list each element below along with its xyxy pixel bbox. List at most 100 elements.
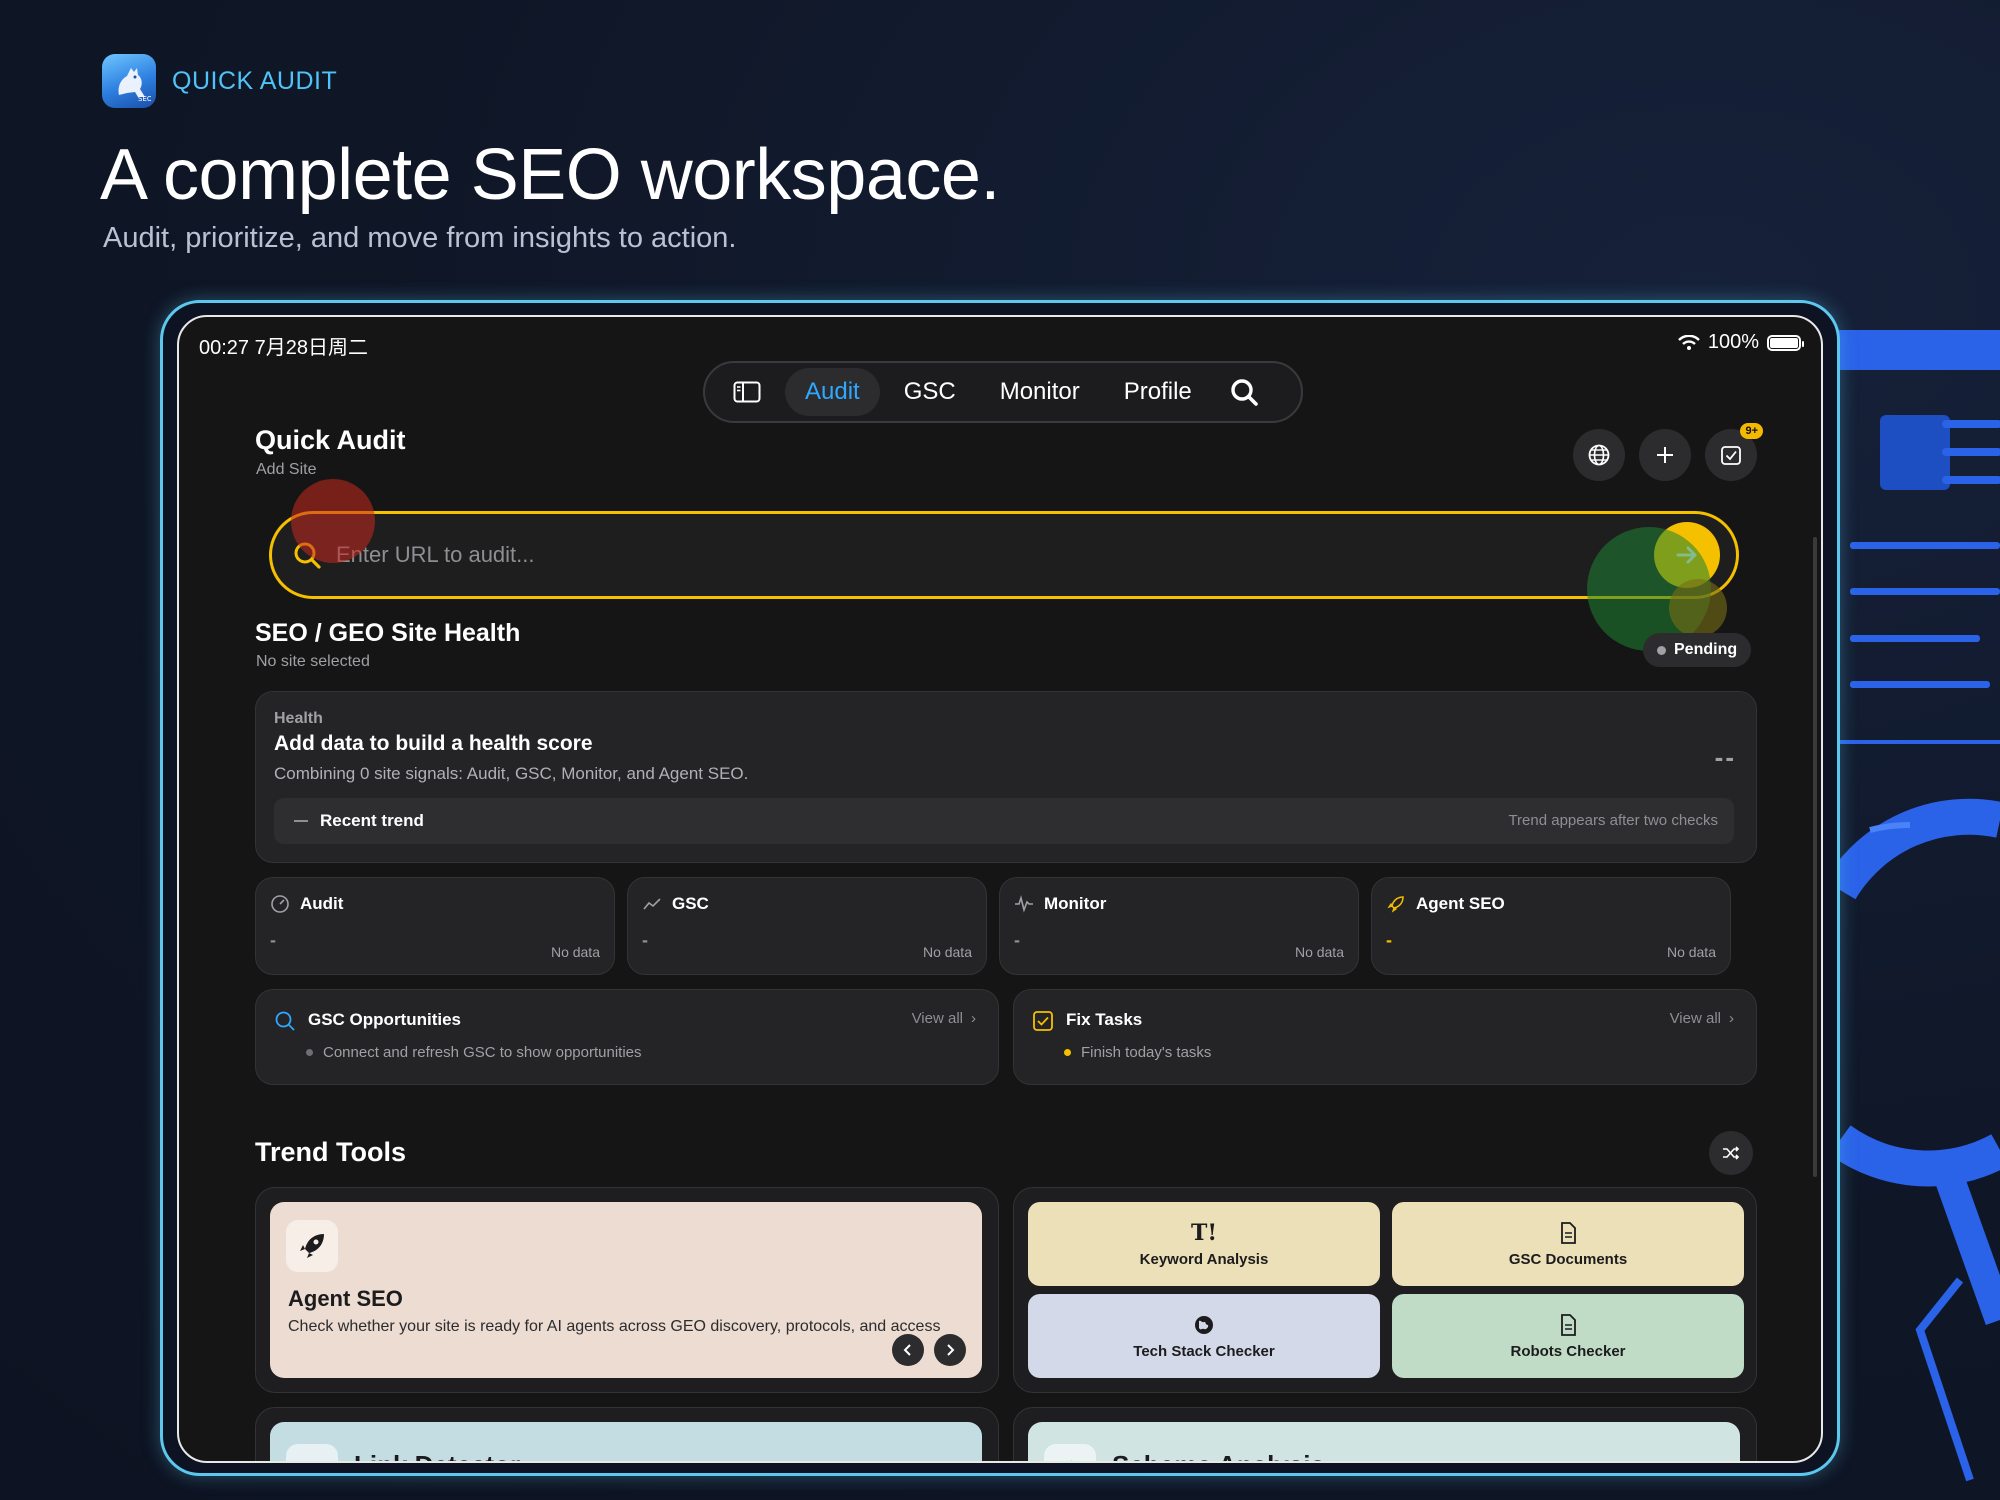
shuffle-button[interactable] [1709,1131,1753,1175]
tool-link-detector[interactable]: Link Detector [270,1422,982,1461]
health-label: Health [274,710,323,727]
carousel-prev-button[interactable] [892,1334,924,1366]
metric-title: GSC [672,894,709,913]
chevron-left-icon [903,1344,911,1356]
chevron-right-icon: › [1729,1010,1734,1027]
metric-value: - [270,930,276,950]
globe-icon [1195,1315,1213,1334]
bullet-icon [1064,1049,1071,1056]
metric-value: - [1014,930,1020,950]
link-icon [286,1444,338,1461]
metric-title: Agent SEO [1416,894,1505,913]
health-card[interactable]: Health Add data to build a health score … [255,691,1757,863]
touch-indicator [291,479,375,563]
tool-tech-stack-checker[interactable]: Tech Stack Checker [1028,1294,1380,1378]
tool-label: Keyword Analysis [1139,1250,1269,1268]
view-all-link[interactable]: View all › [1670,1010,1734,1027]
search-icon [275,1011,295,1031]
view-all-link[interactable]: View all › [912,1010,976,1027]
sidebar-toggle-icon[interactable] [713,368,781,416]
metric-card-agent-seo[interactable]: Agent SEO - No data [1371,877,1731,975]
url-input[interactable] [336,542,1536,568]
carousel-next-button[interactable] [934,1334,966,1366]
gsc-opportunities-title: GSC Opportunities [308,1010,461,1029]
subline: Audit, prioritize, and move from insight… [103,222,737,254]
status-badge-label: Pending [1674,641,1738,658]
metric-note: No data [1666,944,1716,960]
globe-button[interactable] [1573,429,1625,481]
trend-line-icon [643,898,661,910]
fix-tasks-card: Fix Tasks View all › Finish today's tasks [1013,989,1757,1085]
wifi-icon [1677,334,1700,350]
trend-note: Trend appears after two checks [1508,812,1718,829]
tablet-device: 00:27 7月28日周二 100% Audit GSC Monitor Pro… [160,300,1840,1476]
tab-audit[interactable]: Audit [785,368,880,416]
health-description: Combining 0 site signals: Audit, GSC, Mo… [274,764,749,783]
tool-schema-analysis[interactable]: Schema Analysis [1028,1422,1740,1461]
metric-note: No data [1294,944,1344,960]
pulse-icon [1015,895,1033,913]
list-item-text: Finish today's tasks [1081,1044,1212,1061]
add-button[interactable] [1639,429,1691,481]
health-title: Add data to build a health score [274,732,593,755]
tasks-button[interactable]: 9+ [1705,423,1763,481]
scrollbar[interactable] [1813,537,1817,1177]
metric-title: Monitor [1044,894,1107,913]
tab-profile[interactable]: Profile [1104,368,1212,416]
featured-tool-card[interactable]: Agent SEO Check whether your site is rea… [270,1202,982,1378]
status-dot [1657,645,1666,655]
url-bar [269,511,1739,599]
metric-card-monitor[interactable]: Monitor - No data [999,877,1359,975]
tool-label: Tech Stack Checker [1133,1342,1275,1360]
decorative-graphic [1830,330,2000,1482]
tool-label: Robots Checker [1510,1342,1626,1360]
battery-percent: 100% [1707,331,1759,353]
tool-panel: Link Detector [255,1407,999,1461]
status-badge: Pending [1643,633,1752,667]
chevron-right-icon: › [971,1010,976,1027]
metric-card-audit[interactable]: Audit - No data [255,877,615,975]
view-all-label: View all [911,1010,963,1027]
quick-audit-title: Quick Audit [255,425,406,455]
tool-title: Schema Analysis [1112,1450,1325,1461]
metric-card-gsc[interactable]: GSC - No data [627,877,987,975]
metric-value: - [1386,930,1392,950]
add-site-link[interactable]: Add Site [256,461,316,479]
tab-monitor[interactable]: Monitor [980,368,1100,416]
document-icon [1561,1313,1576,1336]
gauge-icon [271,895,289,913]
tool-keyword-analysis[interactable]: T! Keyword Analysis [1028,1202,1380,1286]
tool-label: GSC Documents [1508,1250,1628,1268]
search-icon[interactable] [1216,368,1272,416]
status-time: 00:27 7月28日周二 [199,337,368,359]
svg-text:SEO: SEO [138,95,151,103]
status-right: 100% [1677,331,1804,354]
tab-gsc[interactable]: GSC [884,368,976,416]
kangaroo-app-icon: SEO [102,54,156,108]
metric-value: - [642,930,648,950]
checkbox-icon [1033,1011,1053,1031]
brand: SEO QUICK AUDIT [102,54,337,108]
health-score: -- [1714,742,1736,772]
tool-robots-checker[interactable]: Robots Checker [1392,1294,1744,1378]
trend-tools-title: Trend Tools [255,1137,407,1167]
chevron-right-icon [947,1344,955,1356]
tool-gsc-documents[interactable]: GSC Documents [1392,1202,1744,1286]
rocket-icon [286,1220,338,1272]
metric-note: No data [550,944,600,960]
headline: A complete SEO workspace. [100,135,1000,215]
brand-name: QUICK AUDIT [172,66,338,95]
bullet-icon [306,1049,313,1056]
code-icon [1044,1444,1096,1461]
site-health-title: SEO / GEO Site Health [255,619,521,647]
touch-indicator [1669,579,1727,637]
metric-note: No data [922,944,972,960]
tool-panel: Schema Analysis [1013,1407,1757,1461]
globe-icon [1588,444,1610,466]
status-bar: 00:27 7月28日周二 100% [199,331,1804,359]
list-item: Connect and refresh GSC to show opportun… [306,1044,642,1061]
site-health-subtitle: No site selected [256,653,370,670]
featured-tool-title: Agent SEO [288,1286,403,1311]
checklist-icon [1721,446,1741,465]
list-item-text: Connect and refresh GSC to show opportun… [323,1044,642,1061]
